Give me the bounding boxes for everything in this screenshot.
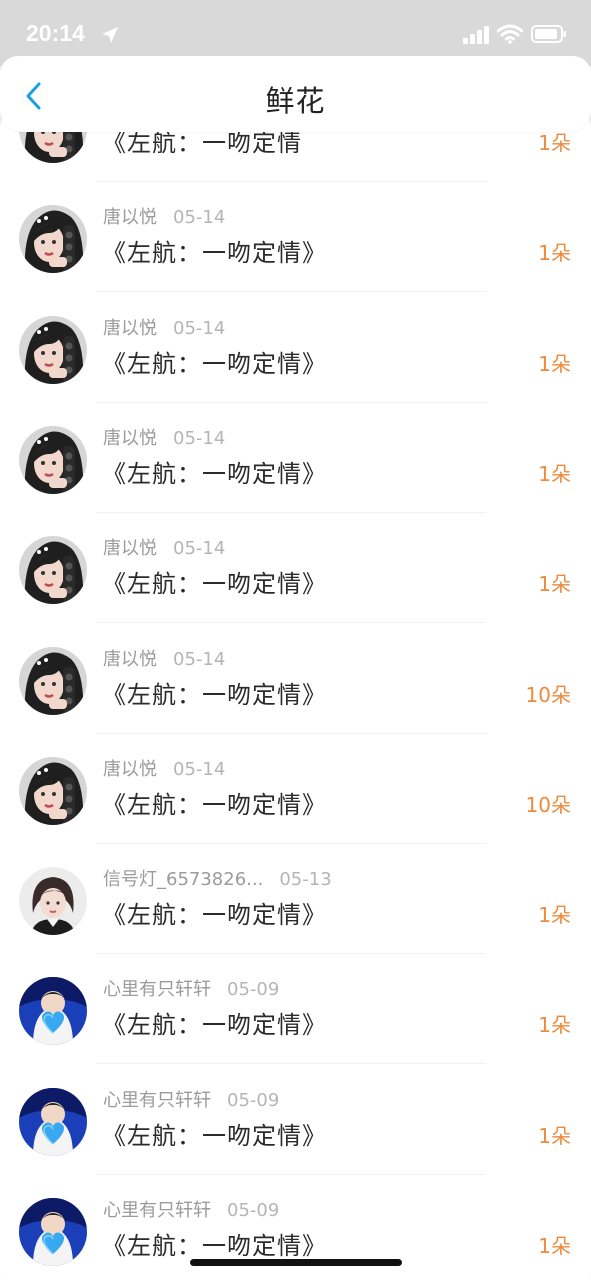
divider [96, 401, 486, 403]
flower-record-list[interactable]: 《左航：一吻定情 1朵 唐以悦 05-14 《左航：一吻定情》 1朵 唐以悦 0… [0, 112, 591, 1280]
record-meta: 心里有只轩轩 05-09 [103, 975, 279, 1001]
list-item[interactable]: 心里有只轩轩 05-09 《左航：一吻定情》 1朵 [0, 1066, 591, 1176]
divider [96, 1173, 486, 1175]
novel-title[interactable]: 《左航：一吻定情》 [102, 233, 327, 268]
page-title: 鲜花 [265, 84, 326, 118]
username[interactable]: 信号灯_6573826... [103, 869, 263, 890]
record-meta: 唐以悦 05-14 [103, 203, 225, 229]
divider [96, 181, 486, 182]
record-date: 05-14 [173, 758, 226, 780]
novel-title[interactable]: 《左航：一吻定情》 [102, 1226, 327, 1261]
novel-title[interactable]: 《左航：一吻定情》 [102, 895, 327, 930]
list-item[interactable]: 唐以悦 05-14 《左航：一吻定情》 10朵 [0, 625, 591, 735]
record-meta: 唐以悦 05-14 [103, 424, 225, 450]
avatar[interactable] [19, 425, 87, 494]
divider [96, 953, 486, 955]
status-time: 20:14 [26, 20, 85, 46]
username[interactable]: 唐以悦 [103, 428, 157, 449]
novel-title[interactable]: 《左航：一吻定情》 [102, 564, 327, 599]
record-date: 05-14 [173, 207, 226, 229]
list-item[interactable]: 唐以悦 05-14 《左航：一吻定情》 10朵 [0, 735, 591, 845]
divider [96, 291, 486, 293]
record-date: 05-13 [279, 869, 332, 891]
divider [96, 842, 486, 844]
username[interactable]: 唐以悦 [103, 649, 157, 670]
screen: 20:14 鲜花 《左航：一吻定情 1朵 唐以悦 05-14 《左航：一吻定情》… [0, 0, 591, 1280]
list-item[interactable]: 心里有只轩轩 05-09 《左航：一吻定情》 1朵 [0, 955, 591, 1065]
record-date: 05-09 [227, 979, 280, 1001]
avatar[interactable] [19, 756, 87, 825]
record-meta: 唐以悦 05-14 [103, 645, 225, 671]
list-item[interactable]: 唐以悦 05-14 《左航：一吻定情》 1朵 [0, 183, 591, 293]
divider [96, 732, 486, 734]
username[interactable]: 唐以悦 [103, 538, 157, 559]
flower-count: 1朵 [538, 1234, 571, 1258]
username[interactable]: 唐以悦 [103, 759, 157, 780]
novel-title[interactable]: 《左航：一吻定情》 [102, 675, 327, 710]
novel-title[interactable]: 《左航：一吻定情》 [102, 454, 327, 489]
flower-count: 1朵 [538, 461, 571, 486]
flower-count: 10朵 [525, 792, 571, 817]
divider [96, 511, 486, 513]
nav-bar: 鲜花 [0, 56, 591, 132]
wifi-icon [497, 24, 523, 44]
record-date: 05-09 [227, 1089, 280, 1111]
avatar[interactable] [19, 1087, 87, 1156]
record-date: 05-14 [173, 427, 226, 449]
avatar[interactable] [19, 315, 87, 384]
avatar[interactable] [19, 977, 87, 1046]
location-arrow-icon [102, 27, 118, 43]
avatar[interactable] [19, 867, 87, 936]
username[interactable]: 唐以悦 [103, 318, 157, 339]
flower-count: 1朵 [538, 351, 571, 376]
list-item[interactable]: 唐以悦 05-14 《左航：一吻定情》 1朵 [0, 514, 591, 624]
record-date: 05-14 [173, 648, 226, 670]
username[interactable]: 心里有只轩轩 [103, 979, 211, 1000]
avatar[interactable] [19, 646, 87, 715]
flower-count: 1朵 [538, 241, 571, 266]
flower-count: 1朵 [538, 572, 571, 597]
divider [96, 1063, 486, 1065]
avatar[interactable] [19, 205, 87, 274]
record-meta: 心里有只轩轩 05-09 [103, 1086, 279, 1112]
record-meta: 信号灯_6573826... 05-13 [103, 865, 332, 891]
record-date: 05-14 [173, 538, 226, 560]
record-date: 05-14 [173, 317, 226, 339]
record-meta: 唐以悦 05-14 [103, 314, 225, 340]
flower-count: 1朵 [538, 1123, 571, 1148]
record-meta: 唐以悦 05-14 [103, 534, 225, 560]
avatar[interactable] [19, 536, 87, 605]
username[interactable]: 唐以悦 [103, 207, 157, 228]
record-meta: 唐以悦 05-14 [103, 755, 225, 781]
username[interactable]: 心里有只轩轩 [103, 1090, 211, 1111]
novel-title[interactable]: 《左航：一吻定情》 [102, 344, 327, 379]
flower-count: 10朵 [525, 682, 571, 707]
list-item[interactable]: 信号灯_6573826... 05-13 《左航：一吻定情》 1朵 [0, 845, 591, 955]
record-date: 05-09 [227, 1200, 280, 1221]
flower-count: 1朵 [538, 1013, 571, 1038]
list-item[interactable]: 唐以悦 05-14 《左航：一吻定情》 1朵 [0, 404, 591, 514]
novel-title[interactable]: 《左航：一吻定情》 [102, 1116, 327, 1151]
novel-title[interactable]: 《左航：一吻定情》 [102, 1005, 327, 1040]
list-item[interactable]: 唐以悦 05-14 《左航：一吻定情》 1朵 [0, 294, 591, 404]
record-meta: 心里有只轩轩 05-09 [103, 1196, 279, 1222]
battery-icon [531, 25, 566, 43]
flower-count: 1朵 [538, 903, 571, 928]
avatar[interactable] [19, 1198, 87, 1266]
divider [96, 622, 486, 624]
signal-icon [463, 26, 489, 44]
novel-title[interactable]: 《左航：一吻定情》 [102, 785, 327, 820]
username[interactable]: 心里有只轩轩 [103, 1200, 211, 1221]
home-indicator [190, 1259, 402, 1266]
